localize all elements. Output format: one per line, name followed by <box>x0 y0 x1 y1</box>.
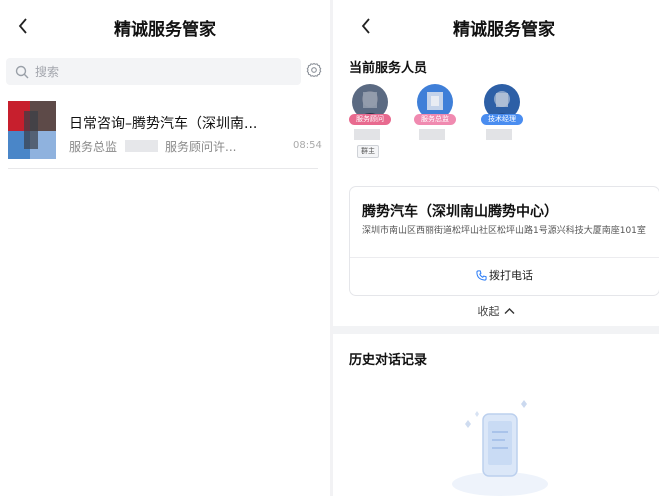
nav-bar: 精诚服务管家 <box>0 0 330 52</box>
search-icon <box>15 65 29 78</box>
conversation-title: 日常咨询–腾势汽车（深圳南... <box>69 116 258 132</box>
collapse-label: 收起 <box>477 305 500 318</box>
redacted-name <box>419 129 445 140</box>
conversation-list-screen: 精诚服务管家 搜索 日常咨询–腾势汽车（深圳南... 服务总监 服务顾问许...… <box>0 0 330 496</box>
conversation-preview-a: 服务总监 <box>69 140 118 154</box>
redacted-name <box>354 129 380 140</box>
staff-role-badge: 服务顾问 <box>349 114 391 125</box>
phone-icon <box>476 269 487 281</box>
redacted-name <box>486 129 512 140</box>
search-placeholder: 搜索 <box>35 65 60 79</box>
redacted-name <box>125 140 158 152</box>
page-title: 精诚服务管家 <box>453 20 555 40</box>
store-card: 腾势汽车（深圳南山腾势中心） 深圳市南山区西丽街道松坪山社区松坪山路1号源兴科技… <box>349 186 659 296</box>
group-avatar <box>8 101 56 159</box>
store-name: 腾势汽车（深圳南山腾势中心） <box>362 204 558 220</box>
staff-role-badge: 服务总监 <box>414 114 456 125</box>
service-detail-screen: 精诚服务管家 当前服务人员 服务顾问 群主 服务总监 技术经理 腾势汽车（深圳南… <box>333 0 659 496</box>
empty-phone-illustration <box>452 400 548 496</box>
history-title: 历史对话记录 <box>349 353 428 368</box>
page-title: 精诚服务管家 <box>114 20 216 40</box>
nav-bar: 精诚服务管家 <box>333 0 659 52</box>
search-input[interactable]: 搜索 <box>6 58 301 85</box>
chevron-up-icon <box>504 308 514 314</box>
gear-icon[interactable] <box>306 62 322 78</box>
call-button[interactable]: 拨打电话 <box>350 267 659 283</box>
conversation-preview-b: 服务顾问许... <box>165 140 237 154</box>
collapse-toggle[interactable]: 收起 <box>333 303 659 319</box>
call-label: 拨打电话 <box>489 269 533 282</box>
store-address: 深圳市南山区西丽街道松坪山社区松坪山路1号源兴科技大厦南座101室 <box>362 226 646 236</box>
conversation-time: 08:54 <box>293 140 322 151</box>
card-divider <box>350 257 659 258</box>
owner-badge: 群主 <box>357 145 379 158</box>
list-divider <box>8 168 318 169</box>
staff-section-title: 当前服务人员 <box>349 61 428 76</box>
section-separator <box>333 326 659 334</box>
staff-role-badge: 技术经理 <box>481 114 523 125</box>
